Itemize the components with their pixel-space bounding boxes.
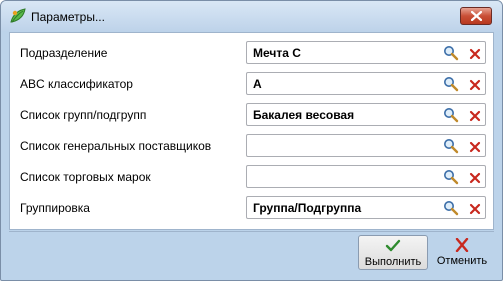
parameters-dialog: Параметры... Подразделение Мечта С ABC к… (0, 0, 503, 281)
param-field-suppliers[interactable] (246, 134, 486, 157)
param-label: Подразделение (20, 46, 108, 60)
run-button-label: Выполнить (364, 256, 422, 268)
search-icon[interactable] (443, 169, 459, 185)
param-label: ABC классификатор (20, 77, 133, 91)
param-field-department[interactable]: Мечта С (246, 41, 486, 64)
param-label: Список торговых марок (20, 170, 151, 184)
parameters-panel: Подразделение Мечта С ABC классификатор … (9, 32, 494, 230)
cancel-button-label: Отменить (436, 255, 488, 267)
param-value: Мечта С (253, 46, 301, 60)
clear-icon[interactable] (469, 109, 481, 122)
param-row-abc: ABC классификатор A (10, 68, 493, 99)
cancel-button[interactable]: Отменить (431, 235, 493, 270)
clear-icon[interactable] (469, 78, 481, 91)
param-field-brands[interactable] (246, 165, 486, 188)
param-field-abc[interactable]: A (246, 72, 486, 95)
param-label: Список групп/подгрупп (20, 108, 147, 122)
param-label: Список генеральных поставщиков (20, 139, 212, 153)
search-icon[interactable] (443, 138, 459, 154)
green-check-icon (385, 239, 401, 253)
param-row-grouping: Группировка Группа/Подгруппа (10, 192, 493, 223)
param-value: A (253, 77, 262, 91)
footer-divider (9, 231, 494, 232)
run-button[interactable]: Выполнить (358, 235, 428, 270)
param-field-groups[interactable]: Бакалея весовая (246, 103, 486, 126)
param-row-brands: Список торговых марок (10, 161, 493, 192)
window-title: Параметры... (31, 10, 105, 24)
param-value: Бакалея весовая (253, 108, 355, 122)
search-icon[interactable] (443, 76, 459, 92)
param-field-grouping[interactable]: Группа/Подгруппа (246, 196, 486, 219)
red-x-icon (454, 237, 470, 253)
title-bar[interactable]: Параметры... (1, 1, 502, 31)
param-row-groups: Список групп/подгрупп Бакалея весовая (10, 99, 493, 130)
search-icon[interactable] (443, 107, 459, 123)
param-label: Группировка (20, 201, 90, 215)
search-icon[interactable] (443, 45, 459, 61)
clear-icon[interactable] (469, 47, 481, 60)
param-value: Группа/Подгруппа (253, 201, 362, 215)
search-icon[interactable] (443, 200, 459, 216)
close-icon (471, 11, 482, 21)
clear-icon[interactable] (469, 202, 481, 215)
param-row-suppliers: Список генеральных поставщиков (10, 130, 493, 161)
app-leaf-icon (9, 8, 27, 24)
param-row-department: Подразделение Мечта С (10, 37, 493, 68)
window-close-button[interactable] (460, 7, 492, 25)
clear-icon[interactable] (469, 140, 481, 153)
clear-icon[interactable] (469, 171, 481, 184)
